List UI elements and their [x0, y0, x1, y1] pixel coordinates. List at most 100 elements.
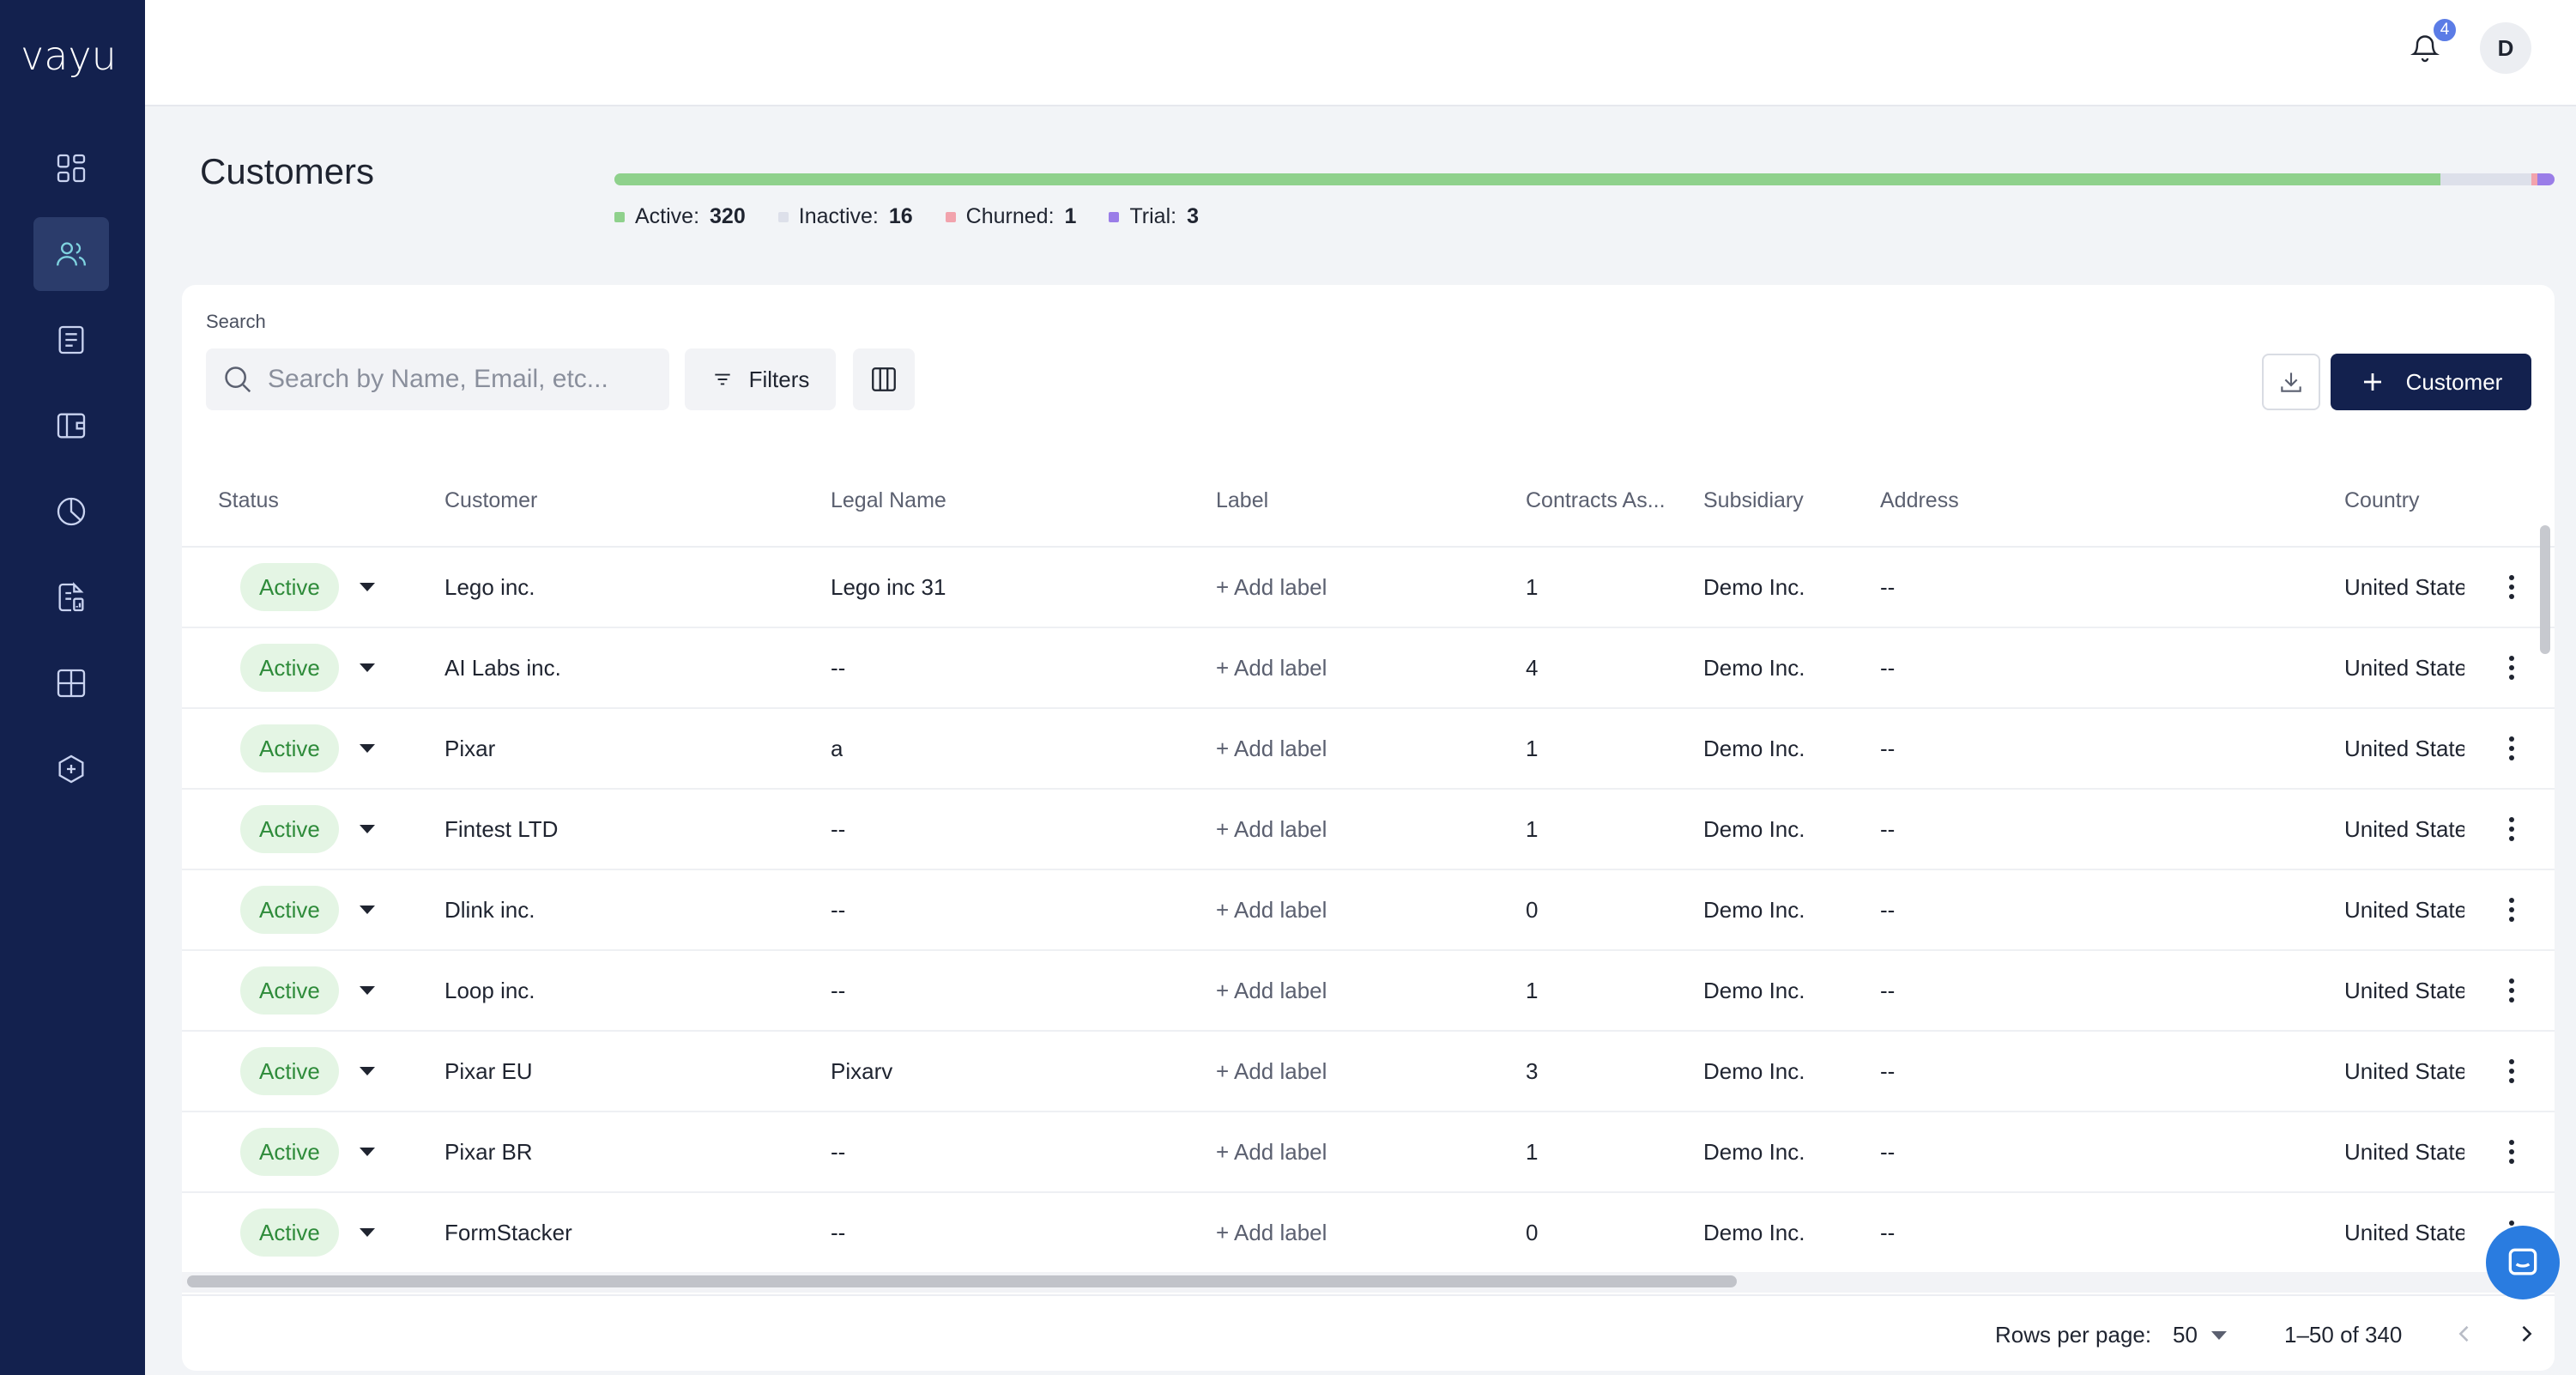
chat-button[interactable]	[2486, 1226, 2560, 1299]
table-row[interactable]: Active Fintest LTD -- 1 Demo Inc. -- + Add lab…	[182, 790, 2555, 870]
sidebar-item-customers[interactable]	[33, 217, 109, 291]
vertical-scrollbar[interactable]	[2540, 525, 2550, 654]
caret-down-icon	[359, 1148, 375, 1156]
status-dropdown[interactable]: Active	[240, 951, 375, 1030]
add-label-link[interactable]: + Add label	[1216, 709, 1327, 788]
address-cell: --	[1880, 815, 1896, 842]
status-dropdown[interactable]: Active	[240, 1193, 375, 1272]
column-header-contracts[interactable]: Contracts As...	[1526, 453, 1672, 548]
customer-name-cell: Pixar EU	[444, 1057, 533, 1084]
table-row[interactable]: Active FormStacker -- 0 Demo Inc. -- + Add lab…	[182, 1193, 2555, 1274]
add-label-link[interactable]: + Add label	[1216, 628, 1327, 707]
row-actions-menu[interactable]	[2499, 628, 2525, 707]
sidebar-item-layout[interactable]	[33, 646, 109, 720]
add-label-link[interactable]: + Add label	[1216, 951, 1327, 1030]
column-header-status[interactable]: Status	[218, 453, 279, 548]
row-actions-menu[interactable]	[2499, 1112, 2525, 1191]
pagination: Rows per page: 50 1–50 of 340	[182, 1294, 2555, 1371]
row-actions-menu[interactable]	[2499, 951, 2525, 1030]
status-dropdown[interactable]: Active	[240, 1032, 375, 1111]
add-label-link[interactable]: + Add label	[1216, 870, 1327, 949]
caret-down-icon	[359, 663, 375, 672]
row-actions-menu[interactable]	[2499, 790, 2525, 869]
status-bar-inactive	[2440, 173, 2532, 185]
subsidiary-cell: Demo Inc.	[1703, 815, 1805, 842]
wallet-icon	[57, 413, 86, 439]
status-dropdown[interactable]: Active	[240, 870, 375, 949]
table-row[interactable]: Active Pixar EU Pixarv 3 Demo Inc. -- + Add la…	[182, 1032, 2555, 1112]
sidebar-item-invoices[interactable]	[33, 303, 109, 377]
table-row[interactable]: Active Loop inc. -- 1 Demo Inc. -- + Add label…	[182, 951, 2555, 1032]
table-row[interactable]: Active AI Labs inc. -- 4 Demo Inc. -- + Add la…	[182, 628, 2555, 709]
sidebar-item-reports[interactable]	[33, 560, 109, 634]
add-label-link[interactable]: + Add label	[1216, 1193, 1327, 1272]
column-header-customer[interactable]: Customer	[444, 453, 537, 548]
next-page-button[interactable]	[2509, 1317, 2543, 1351]
row-actions-menu[interactable]	[2499, 870, 2525, 949]
table-row[interactable]: Active Lego inc. Lego inc 31 1 Demo Inc. -- + …	[182, 548, 2555, 628]
add-label-link[interactable]: + Add label	[1216, 1112, 1327, 1191]
row-actions-menu[interactable]	[2499, 548, 2525, 627]
add-label-link[interactable]: + Add label	[1216, 548, 1327, 627]
column-header-legal-name[interactable]: Legal Name	[831, 453, 946, 548]
search-field[interactable]	[206, 348, 669, 410]
status-dropdown[interactable]: Active	[240, 628, 375, 707]
sidebar-item-integrations[interactable]	[33, 732, 109, 806]
previous-page-button[interactable]	[2447, 1317, 2482, 1351]
add-label-link[interactable]: + Add label	[1216, 790, 1327, 869]
sidebar-item-analytics[interactable]	[33, 475, 109, 548]
customer-name-cell: Dlink inc.	[444, 896, 535, 923]
customer-name-cell: AI Labs inc.	[444, 654, 561, 681]
table-row[interactable]: Active Pixar a 1 Demo Inc. -- + Add label Unite…	[182, 709, 2555, 790]
filter-icon	[714, 373, 730, 385]
column-header-country[interactable]: Country	[2344, 453, 2420, 548]
customer-name-cell: Pixar BR	[444, 1138, 533, 1165]
row-actions-menu[interactable]	[2499, 709, 2525, 788]
address-cell: --	[1880, 896, 1896, 923]
rows-per-page-value: 50	[2173, 1322, 2198, 1348]
add-customer-label: Customer	[2405, 368, 2503, 395]
legend-dot-inactive	[777, 211, 789, 222]
avatar[interactable]: D	[2480, 22, 2531, 74]
column-header-label[interactable]: Label	[1216, 453, 1268, 548]
status-badge: Active	[240, 1208, 339, 1257]
columns-button[interactable]	[853, 348, 915, 410]
filters-button[interactable]: Filters	[685, 348, 836, 410]
rows-per-page-select[interactable]: 50	[2173, 1322, 2227, 1348]
address-cell: --	[1880, 1138, 1896, 1165]
app-logo[interactable]: vayu	[21, 33, 117, 79]
column-header-address[interactable]: Address	[1880, 453, 1959, 548]
sidebar-item-dashboard[interactable]	[33, 131, 109, 205]
legend-churned: Churned: 1	[945, 204, 1076, 229]
status-badge: Active	[240, 805, 339, 853]
status-legend: Active: 320 Inactive: 16 Churned: 1 Tria…	[614, 204, 1199, 229]
legend-label: Inactive:	[798, 204, 879, 228]
row-actions-menu[interactable]	[2499, 1032, 2525, 1111]
country-cell: United State	[2344, 573, 2464, 600]
subsidiary-cell: Demo Inc.	[1703, 977, 1805, 1003]
page-title: Customers	[200, 151, 375, 191]
status-bar-churned	[2531, 173, 2538, 185]
legal-name-cell: --	[831, 896, 846, 923]
table-row[interactable]: Active Pixar BR -- 1 Demo Inc. -- + Add label U…	[182, 1112, 2555, 1193]
status-dropdown[interactable]: Active	[240, 548, 375, 627]
download-button[interactable]	[2262, 354, 2320, 410]
add-customer-button[interactable]: Customer	[2331, 354, 2531, 410]
status-badge: Active	[240, 724, 339, 772]
search-input[interactable]	[268, 365, 628, 394]
pagination-range: 1–50 of 340	[2284, 1322, 2403, 1348]
legend-dot-churned	[945, 211, 956, 222]
contracts-cell: 0	[1526, 1219, 1539, 1245]
table-row[interactable]: Active Dlink inc. -- 0 Demo Inc. -- + Add labe…	[182, 870, 2555, 951]
horizontal-scrollbar[interactable]	[187, 1275, 1737, 1287]
status-dropdown[interactable]: Active	[240, 1112, 375, 1191]
add-label-link[interactable]: + Add label	[1216, 1032, 1327, 1111]
legend-label: Active:	[635, 204, 700, 228]
sidebar: vayu	[0, 0, 145, 1375]
sidebar-item-wallet[interactable]	[33, 389, 109, 463]
integrations-icon	[58, 754, 84, 784]
notification-badge: 4	[2432, 17, 2458, 43]
status-dropdown[interactable]: Active	[240, 790, 375, 869]
column-header-subsidiary[interactable]: Subsidiary	[1703, 453, 1804, 548]
status-dropdown[interactable]: Active	[240, 709, 375, 788]
